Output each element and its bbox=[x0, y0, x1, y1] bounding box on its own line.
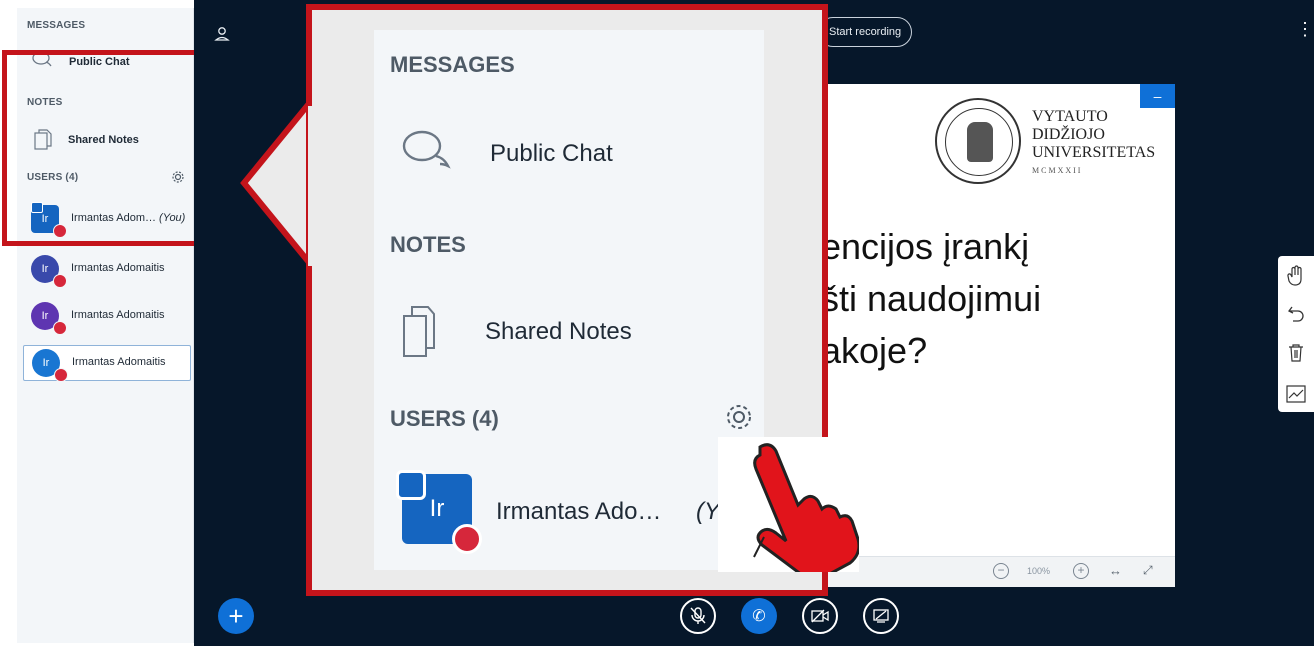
zoom-out-icon[interactable]: − bbox=[993, 563, 1009, 579]
avatar-initials: Ir bbox=[41, 310, 49, 322]
logo-line: DIDŽIOJO bbox=[1032, 126, 1105, 143]
pointing-hand-icon bbox=[753, 443, 861, 582]
minimize-presentation-button[interactable]: – bbox=[1140, 84, 1175, 108]
user-icon[interactable] bbox=[214, 26, 230, 47]
presentation-slide: VYTAUTO DIDŽIOJO UNIVERSITETAS M C M X X… bbox=[821, 84, 1175, 586]
fit-width-icon[interactable]: ↔ bbox=[1109, 563, 1122, 578]
fullscreen-icon[interactable]: ⤢ bbox=[1143, 563, 1153, 578]
logo-line: M C M X X I I bbox=[1032, 166, 1081, 175]
muted-mic-icon bbox=[53, 274, 67, 288]
logo-line: VYTAUTO bbox=[1032, 108, 1108, 125]
plus-icon: + bbox=[228, 601, 244, 631]
unmute-button[interactable] bbox=[680, 598, 716, 634]
camera-off-icon bbox=[811, 609, 829, 623]
avatar-initials: Ir bbox=[429, 495, 445, 522]
slide-text-line: šti naudojimui bbox=[821, 278, 1042, 319]
user-name: Irmantas Ado… bbox=[496, 498, 662, 525]
callout-pointer bbox=[240, 100, 315, 275]
share-webcam-button[interactable] bbox=[802, 598, 838, 634]
user-row[interactable]: Ir Irmantas Adomaitis bbox=[23, 345, 191, 382]
user-name: Irmantas Adomaitis bbox=[71, 309, 165, 321]
actions-button[interactable]: + bbox=[218, 598, 254, 634]
user-row[interactable]: Ir Irmantas Adomaitis bbox=[23, 299, 189, 335]
presenter-icon bbox=[396, 470, 426, 500]
document-icon bbox=[402, 304, 436, 365]
avatar-initials: Ir bbox=[42, 357, 50, 369]
pointer-hand-overlay bbox=[718, 437, 861, 582]
muted-mic-icon bbox=[53, 321, 67, 335]
avatar-initials: Ir bbox=[41, 263, 49, 275]
zoom-toolbar: − 100% + ↔ ⤢ bbox=[827, 556, 1175, 587]
undo-icon[interactable] bbox=[1278, 296, 1314, 332]
messages-header: MESSAGES bbox=[27, 20, 86, 31]
users-header: USERS (4) bbox=[390, 406, 499, 431]
zoom-in-icon[interactable]: + bbox=[1073, 563, 1089, 579]
slide-text-line: akoje? bbox=[821, 330, 928, 371]
callout-pointer-cover bbox=[308, 106, 316, 266]
notes-header: NOTES bbox=[390, 232, 466, 257]
more-options-icon[interactable]: ⋮ bbox=[1296, 20, 1314, 38]
muted-mic-icon bbox=[452, 524, 482, 554]
public-chat-label[interactable]: Public Chat bbox=[490, 140, 613, 168]
user-row[interactable]: Ir Irmantas Adomaitis bbox=[23, 252, 189, 288]
trash-icon[interactable] bbox=[1278, 335, 1314, 371]
slide-text-line: encijos įrankį bbox=[821, 226, 1030, 267]
start-recording-button[interactable]: Start recording bbox=[818, 17, 913, 47]
gear-icon[interactable] bbox=[724, 402, 754, 437]
zoomed-user-list: MESSAGES Public Chat NOTES Shared Notes … bbox=[374, 30, 764, 570]
shared-notes-label[interactable]: Shared Notes bbox=[485, 318, 632, 346]
zoom-level: 100% bbox=[1027, 566, 1051, 576]
leave-audio-button[interactable]: ✆ bbox=[741, 598, 777, 634]
muted-mic-icon bbox=[690, 607, 706, 624]
chat-icon bbox=[400, 128, 456, 181]
university-seal bbox=[935, 98, 1021, 184]
user-row[interactable]: Ir Irmantas Ado… (Yo bbox=[374, 468, 764, 564]
share-screen-button[interactable] bbox=[863, 598, 899, 634]
muted-mic-icon bbox=[54, 368, 68, 382]
user-name: Irmantas Adomaitis bbox=[71, 262, 165, 274]
hand-icon[interactable] bbox=[1278, 258, 1314, 294]
messages-header: MESSAGES bbox=[390, 52, 515, 77]
user-name: Irmantas Adomaitis bbox=[72, 356, 166, 368]
phone-icon: ✆ bbox=[752, 608, 766, 625]
screen-share-off-icon bbox=[873, 609, 889, 623]
line-chart-icon[interactable] bbox=[1278, 376, 1314, 412]
logo-line: UNIVERSITETAS bbox=[1032, 144, 1156, 161]
